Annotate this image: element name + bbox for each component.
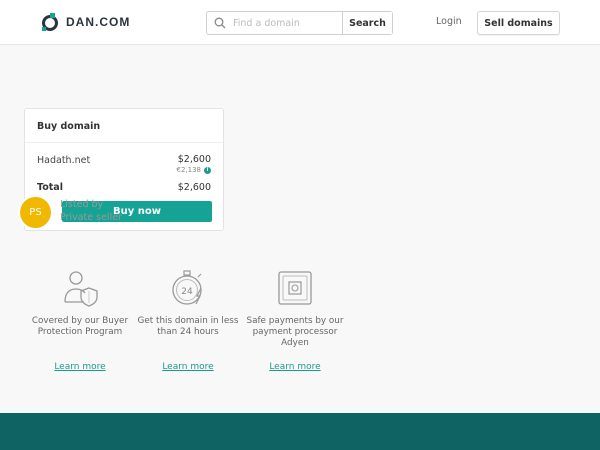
total-label: Total <box>37 182 63 193</box>
feature-text: Safe payments by our payment processor A… <box>246 316 344 348</box>
feature-text: Get this domain in less than 24 hours <box>137 316 239 337</box>
dan-logo-icon <box>40 12 60 32</box>
search-icon <box>207 12 233 34</box>
domain-name: Hadath.net <box>37 155 91 166</box>
stopwatch-24-icon: 24 <box>168 268 208 308</box>
search-input[interactable] <box>233 12 343 34</box>
learn-more-link[interactable]: Learn more <box>133 362 243 372</box>
safe-icon <box>275 268 315 308</box>
svg-text:24: 24 <box>181 287 193 297</box>
brand-name: DAN.COM <box>66 15 131 29</box>
site-header: DAN.COM Search Login Sell domains <box>0 0 600 45</box>
listed-by-label: Listed by <box>60 199 104 210</box>
search-button[interactable]: Search <box>342 12 392 34</box>
card-title: Buy domain <box>25 109 223 143</box>
price-usd: $2,600 <box>177 154 211 165</box>
site-footer <box>0 413 600 450</box>
seller-name: Private seller <box>60 212 122 223</box>
total-value: $2,600 <box>177 182 211 193</box>
price-eur-value: €2,138 <box>176 166 202 174</box>
brand-logo[interactable]: DAN.COM <box>40 12 130 32</box>
feature-text: Covered by our Buyer Protection Program <box>31 316 129 337</box>
login-link[interactable]: Login <box>436 16 462 27</box>
shield-person-icon <box>60 268 100 308</box>
feature-buyer-protection: Covered by our Buyer Protection Program <box>25 268 135 338</box>
learn-more-link[interactable]: Learn more <box>240 362 350 372</box>
buy-domain-card: Buy domain Hadath.net $2,600 €2,138 i To… <box>24 108 224 231</box>
seller-avatar: PS <box>20 197 51 228</box>
sell-domains-button[interactable]: Sell domains <box>477 11 560 35</box>
info-icon[interactable]: i <box>204 166 211 174</box>
learn-more-link[interactable]: Learn more <box>25 362 135 372</box>
feature-fast-transfer: 24 Get this domain in less than 24 hours <box>133 268 243 338</box>
domain-search: Search <box>206 11 393 35</box>
feature-safe-payments: Safe payments by our payment processor A… <box>240 268 350 349</box>
price-eur: €2,138 i <box>176 166 211 174</box>
